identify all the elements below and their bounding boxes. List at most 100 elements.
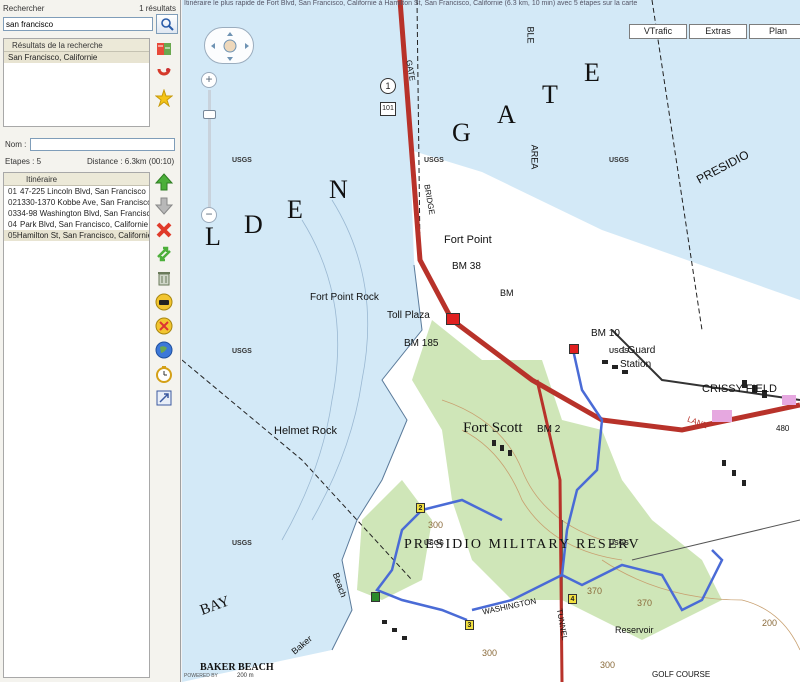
route-item[interactable]: 01 47-225 Lincoln Blvd, San Francisco xyxy=(4,186,149,197)
route-item-addr: Hamilton St, San Francisco, Californie xyxy=(16,231,149,240)
zoom-in-button[interactable]: + xyxy=(201,72,217,88)
timer-button[interactable] xyxy=(153,363,175,385)
search-label: Rechercher xyxy=(3,4,45,13)
delete-step-button[interactable] xyxy=(153,219,175,241)
route-list: Itinéraire 01 47-225 Lincoln Blvd, San Fr… xyxy=(3,172,150,678)
map-label: Fort Point Rock xyxy=(310,292,379,303)
map-label: N xyxy=(329,175,348,204)
move-down-button[interactable] xyxy=(153,195,175,217)
export-button[interactable] xyxy=(153,387,175,409)
contour-label: 300 xyxy=(428,520,444,530)
route-item-addr: Park Blvd, San Francisco, Californie xyxy=(20,220,149,229)
zoom-slider-track[interactable] xyxy=(208,90,211,208)
route-item-num: 05 xyxy=(8,231,17,240)
results-count: 1 résultats xyxy=(139,4,176,13)
clear-route-button[interactable] xyxy=(153,267,175,289)
delete-icon xyxy=(156,222,172,238)
magnifier-icon xyxy=(161,18,174,31)
map-label: BM 10 xyxy=(591,328,620,339)
route-item-num: 03 xyxy=(8,209,17,218)
map-label: Fort Point xyxy=(444,234,492,246)
results-header: Résultats de la recherche xyxy=(4,39,149,52)
route-item-addr: 47-225 Lincoln Blvd, San Francisco xyxy=(20,187,146,196)
map-label: BM 185 xyxy=(404,338,439,349)
route-distance: Distance : 6.3km (00:10) xyxy=(87,157,175,166)
waypoint-marker-2[interactable]: 2 xyxy=(416,503,425,513)
move-up-button[interactable] xyxy=(153,171,175,193)
swap-icon xyxy=(157,246,171,262)
map-view[interactable]: Itinéraire le plus rapide de Fort Blvd, … xyxy=(182,0,800,682)
hand-pan-icon xyxy=(211,32,249,61)
contour-label: 300 xyxy=(482,648,498,658)
contour-label: 300 xyxy=(600,660,616,670)
route-start-marker[interactable] xyxy=(446,313,460,325)
map-scale: 200 m xyxy=(237,673,254,679)
avoid-icon xyxy=(155,317,173,335)
route-item-num: 04 xyxy=(8,220,17,229)
route-item-selected[interactable]: 05 Hamilton St, San Francisco, Californie xyxy=(4,230,149,241)
favorite-button[interactable] xyxy=(153,87,175,109)
waypoint-marker-4[interactable]: 4 xyxy=(568,594,577,604)
map-label: GOLF COURSE xyxy=(652,670,711,679)
contour-label: 370 xyxy=(587,586,603,596)
waypoint-marker-3[interactable]: 3 xyxy=(465,620,474,630)
contour-label: 370 xyxy=(637,598,653,608)
globe-button[interactable] xyxy=(153,339,175,361)
route-end-marker[interactable] xyxy=(371,592,380,602)
map-label: E xyxy=(287,195,303,224)
highway-shield-1: 1 xyxy=(380,78,396,94)
traffic-button[interactable]: VTrafic xyxy=(629,24,687,39)
sidebar: Rechercher 1 résultats Résultats de la r… xyxy=(0,0,181,682)
usgs-mark: USGS xyxy=(424,157,444,164)
plan-button[interactable]: Plan xyxy=(749,24,800,39)
star-icon xyxy=(155,89,173,107)
route-flag-marker[interactable] xyxy=(569,344,579,354)
search-input[interactable] xyxy=(3,17,153,31)
zoom-slider-thumb[interactable] xyxy=(203,110,216,119)
route-item[interactable]: 02 1330-1370 Kobbe Ave, San Francisco xyxy=(4,197,149,208)
route-item[interactable]: 04 Park Blvd, San Francisco, Californie xyxy=(4,219,149,230)
trash-icon xyxy=(158,272,170,286)
map-label: L xyxy=(205,222,221,251)
usgs-mark: USGS xyxy=(232,540,252,547)
reverse-route-button[interactable] xyxy=(153,243,175,265)
route-name-input[interactable] xyxy=(30,138,175,151)
route-item-addr: 1330-1370 Kobbe Ave, San Francisco xyxy=(16,198,149,207)
map-label: G xyxy=(452,118,471,147)
map-label: Station xyxy=(620,359,652,370)
magnet-button[interactable] xyxy=(153,63,175,85)
export-icon xyxy=(156,390,172,406)
route-header: Itinéraire xyxy=(4,173,149,186)
route-item-addr: 34-98 Washington Blvd, San Francisco xyxy=(16,209,149,218)
route-item-num: 02 xyxy=(8,198,17,207)
usgs-mark: USGS xyxy=(609,348,629,355)
map-label: BM 2 xyxy=(537,424,561,435)
car-icon xyxy=(155,293,173,311)
usgs-mark: USGS xyxy=(609,540,629,547)
usgs-mark: USGS xyxy=(424,540,444,547)
route-summary-text: Itinéraire le plus rapide de Fort Blvd, … xyxy=(184,0,638,7)
zoom-out-button[interactable]: − xyxy=(201,207,217,223)
map-book-button[interactable] xyxy=(153,38,175,60)
search-button[interactable] xyxy=(156,14,178,34)
map-label: Fort Scott xyxy=(463,420,523,436)
car-mode-button[interactable] xyxy=(153,291,175,313)
extras-button[interactable]: Extras xyxy=(689,24,747,39)
pan-control[interactable] xyxy=(204,27,254,64)
usgs-mark: USGS xyxy=(609,157,629,164)
map-label: Toll Plaza xyxy=(387,310,430,321)
map-label: Helmet Rock xyxy=(274,425,337,437)
avoid-button[interactable] xyxy=(153,315,175,337)
stopwatch-icon xyxy=(156,366,172,383)
contour-label: 480 xyxy=(776,424,790,433)
map-label: CRISSY FIELD xyxy=(702,383,777,395)
map-label: Reservoir xyxy=(615,625,654,635)
map-label: BAKER BEACH xyxy=(200,662,274,673)
powered-by: POWERED BY xyxy=(184,673,218,679)
name-label: Nom : xyxy=(5,140,27,149)
arrow-up-icon xyxy=(155,173,173,191)
topo-map xyxy=(182,0,800,682)
route-item[interactable]: 03 34-98 Washington Blvd, San Francisco xyxy=(4,208,149,219)
highway-shield-101: 101 xyxy=(380,102,396,116)
result-item[interactable]: San Francisco, Californie xyxy=(4,52,149,63)
